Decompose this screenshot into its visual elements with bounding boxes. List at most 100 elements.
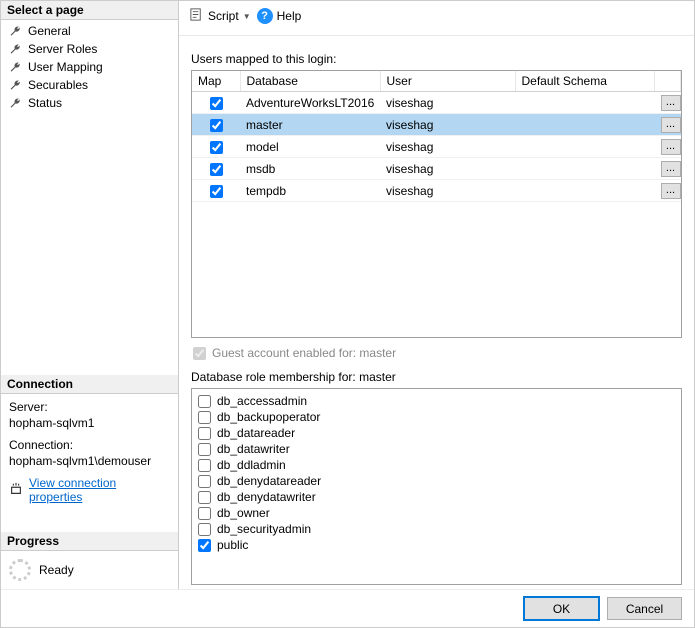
wrench-icon: [9, 25, 22, 38]
map-checkbox[interactable]: [210, 163, 223, 176]
role-item[interactable]: public: [198, 537, 675, 553]
ok-button[interactable]: OK: [524, 597, 599, 620]
cell-schema[interactable]: [515, 180, 655, 202]
role-label: db_accessadmin: [217, 393, 307, 409]
role-checkbox[interactable]: [198, 507, 211, 520]
page-item-label: User Mapping: [28, 60, 103, 74]
cell-user[interactable]: viseshag: [380, 158, 515, 180]
role-label: db_datareader: [217, 425, 295, 441]
users-mapped-label: Users mapped to this login:: [191, 52, 682, 66]
connection-value: hopham-sqlvm1\demouser: [9, 454, 170, 468]
role-label: public: [217, 537, 248, 553]
role-checkbox[interactable]: [198, 443, 211, 456]
map-checkbox[interactable]: [210, 185, 223, 198]
table-row[interactable]: AdventureWorksLT2016viseshag...: [192, 92, 681, 114]
col-header-user[interactable]: User: [380, 71, 515, 92]
view-connection-properties-link[interactable]: View connection properties: [29, 476, 170, 504]
page-item-general[interactable]: General: [1, 22, 178, 40]
roles-list[interactable]: db_accessadmindb_backupoperatordb_datare…: [191, 388, 682, 585]
table-row[interactable]: msdbviseshag...: [192, 158, 681, 180]
role-item[interactable]: db_datareader: [198, 425, 675, 441]
table-row[interactable]: modelviseshag...: [192, 136, 681, 158]
table-row[interactable]: masterviseshag...: [192, 114, 681, 136]
page-item-securables[interactable]: Securables: [1, 76, 178, 94]
role-item[interactable]: db_denydatawriter: [198, 489, 675, 505]
schema-browse-button[interactable]: ...: [661, 183, 681, 199]
script-icon: [189, 7, 204, 25]
col-header-map[interactable]: Map: [192, 71, 240, 92]
toolbar: Script ▼ ? Help: [179, 1, 694, 36]
map-checkbox[interactable]: [210, 141, 223, 154]
page-item-label: Securables: [28, 78, 88, 92]
server-value: hopham-sqlvm1: [9, 416, 170, 430]
role-item[interactable]: db_ddladmin: [198, 457, 675, 473]
cell-schema[interactable]: [515, 136, 655, 158]
role-item[interactable]: db_datawriter: [198, 441, 675, 457]
page-item-user-mapping[interactable]: User Mapping: [1, 58, 178, 76]
cell-schema[interactable]: [515, 92, 655, 114]
role-checkbox[interactable]: [198, 459, 211, 472]
col-header-action: [655, 71, 681, 92]
progress-block: Ready: [1, 551, 178, 589]
role-item[interactable]: db_owner: [198, 505, 675, 521]
role-checkbox[interactable]: [198, 491, 211, 504]
role-label: db_securityadmin: [217, 521, 311, 537]
cell-user[interactable]: viseshag: [380, 92, 515, 114]
progress-ring-icon: [9, 559, 31, 581]
role-item[interactable]: db_backupoperator: [198, 409, 675, 425]
cell-database[interactable]: AdventureWorksLT2016: [240, 92, 380, 114]
roles-caption: Database role membership for: master: [191, 370, 682, 384]
map-checkbox[interactable]: [210, 119, 223, 132]
col-header-database[interactable]: Database: [240, 71, 380, 92]
cell-database[interactable]: msdb: [240, 158, 380, 180]
wrench-icon: [9, 43, 22, 56]
role-checkbox[interactable]: [198, 475, 211, 488]
dialog-button-bar: OK Cancel: [1, 589, 694, 627]
role-checkbox[interactable]: [198, 411, 211, 424]
help-icon: ?: [257, 8, 273, 24]
chevron-down-icon: ▼: [243, 12, 251, 21]
cancel-button[interactable]: Cancel: [607, 597, 682, 620]
script-button[interactable]: Script ▼: [189, 7, 251, 25]
select-page-header: Select a page: [1, 1, 178, 20]
cell-user[interactable]: viseshag: [380, 136, 515, 158]
page-item-server-roles[interactable]: Server Roles: [1, 40, 178, 58]
guest-account-checkbox: [193, 347, 206, 360]
schema-browse-button[interactable]: ...: [661, 117, 681, 133]
right-panel: Script ▼ ? Help Users mapped to this log…: [179, 1, 694, 589]
role-label: db_denydatawriter: [217, 489, 316, 505]
role-checkbox[interactable]: [198, 395, 211, 408]
role-item[interactable]: db_accessadmin: [198, 393, 675, 409]
role-checkbox[interactable]: [198, 523, 211, 536]
schema-browse-button[interactable]: ...: [661, 95, 681, 111]
page-item-label: Status: [28, 96, 62, 110]
cell-user[interactable]: viseshag: [380, 114, 515, 136]
cell-database[interactable]: model: [240, 136, 380, 158]
role-label: db_ddladmin: [217, 457, 286, 473]
cell-database[interactable]: master: [240, 114, 380, 136]
schema-browse-button[interactable]: ...: [661, 139, 681, 155]
map-checkbox[interactable]: [210, 97, 223, 110]
connection-block: Server: hopham-sqlvm1 Connection: hopham…: [1, 394, 178, 512]
cell-schema[interactable]: [515, 114, 655, 136]
cell-database[interactable]: tempdb: [240, 180, 380, 202]
role-checkbox[interactable]: [198, 427, 211, 440]
cell-user[interactable]: viseshag: [380, 180, 515, 202]
role-label: db_backupoperator: [217, 409, 320, 425]
role-checkbox[interactable]: [198, 539, 211, 552]
script-label: Script: [208, 9, 239, 23]
wrench-icon: [9, 61, 22, 74]
page-list: General Server Roles User Mapping Securable…: [1, 20, 178, 114]
schema-browse-button[interactable]: ...: [661, 161, 681, 177]
progress-status: Ready: [39, 563, 74, 577]
role-item[interactable]: db_securityadmin: [198, 521, 675, 537]
page-item-label: Server Roles: [28, 42, 97, 56]
page-item-status[interactable]: Status: [1, 94, 178, 112]
user-mapping-grid[interactable]: Map Database User Default Schema Adventu…: [191, 70, 682, 338]
table-row[interactable]: tempdbviseshag...: [192, 180, 681, 202]
cell-schema[interactable]: [515, 158, 655, 180]
role-item[interactable]: db_denydatareader: [198, 473, 675, 489]
col-header-schema[interactable]: Default Schema: [515, 71, 655, 92]
role-label: db_denydatareader: [217, 473, 321, 489]
help-button[interactable]: ? Help: [257, 8, 302, 24]
